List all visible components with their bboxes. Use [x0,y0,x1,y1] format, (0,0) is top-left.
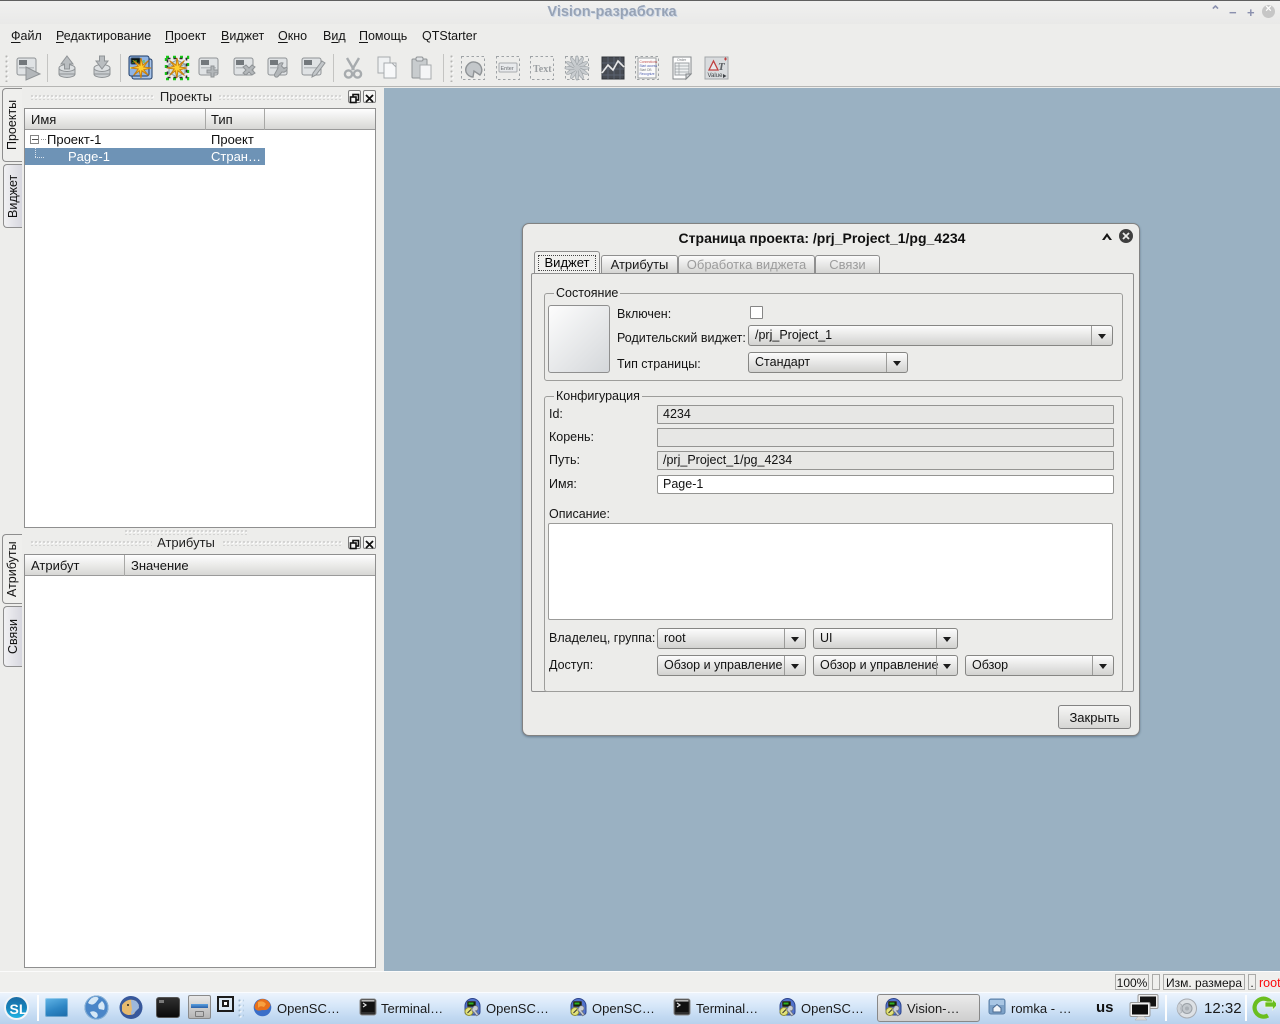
svg-text:Text: Text [533,64,552,75]
svg-text:Order: Order [677,58,687,62]
svg-text:Recognize: Recognize [640,72,655,76]
svg-text:Value: Value [708,73,724,79]
svg-text:Enter: Enter [501,66,514,72]
